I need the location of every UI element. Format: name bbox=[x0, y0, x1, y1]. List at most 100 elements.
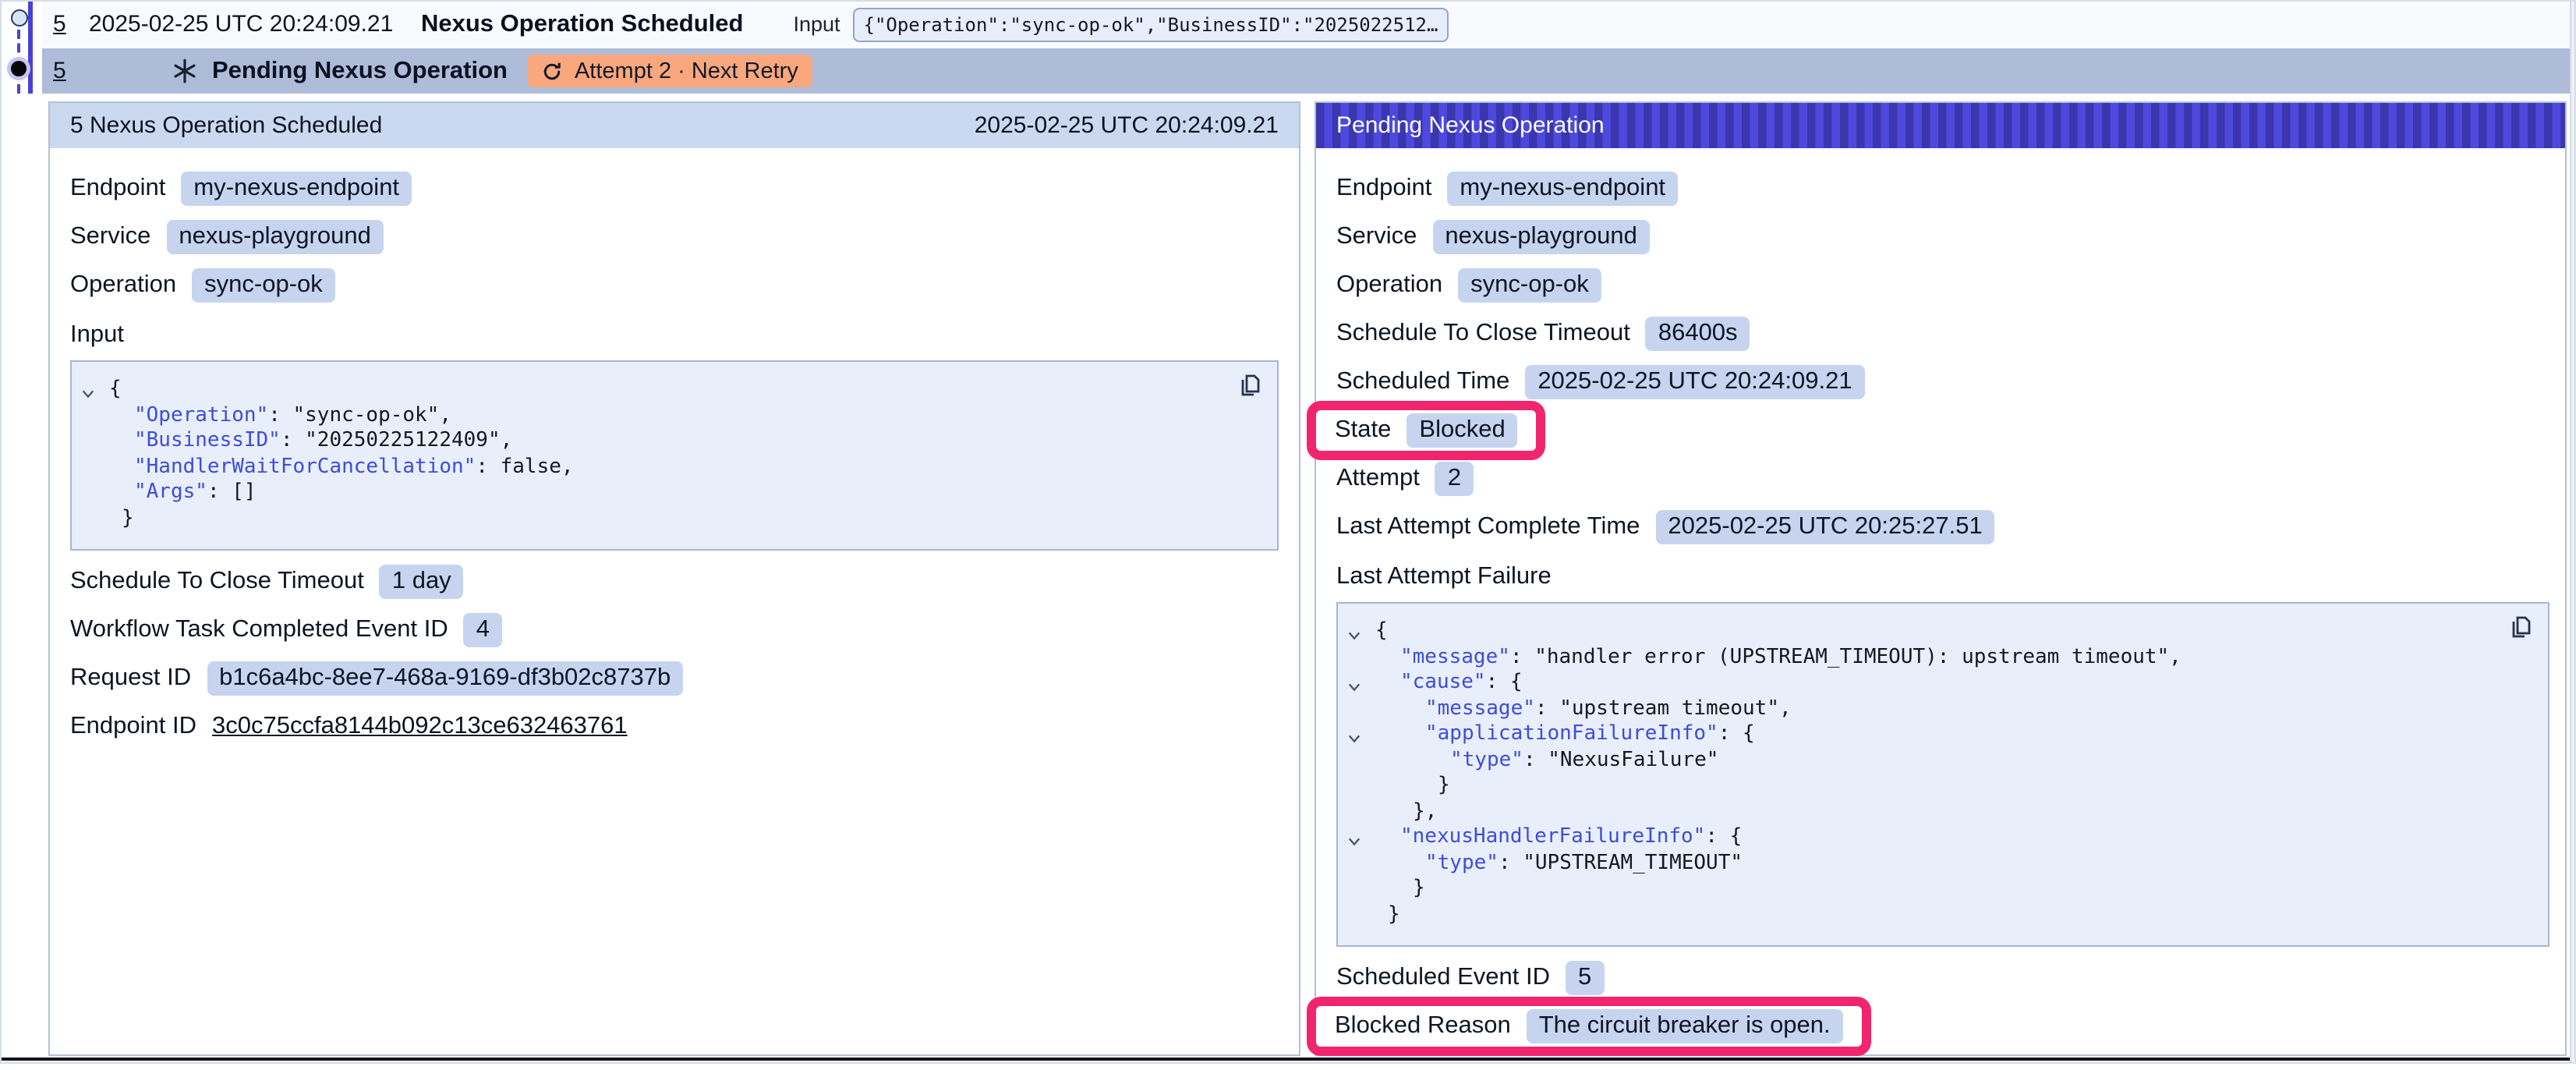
pending-operation-card-header: Pending Nexus Operation bbox=[1316, 103, 2565, 148]
collapse-chevron[interactable] bbox=[1347, 625, 1361, 640]
copy-button[interactable] bbox=[2509, 615, 2534, 640]
json-line: { bbox=[1338, 619, 2532, 645]
json-text: : "sync-op-ok", bbox=[268, 403, 451, 427]
json-line: { bbox=[72, 377, 1261, 403]
collapse-chevron[interactable] bbox=[1347, 677, 1361, 691]
json-line: } bbox=[72, 506, 1261, 532]
json-line: } bbox=[1338, 877, 2532, 902]
field-value-badge: nexus-playground bbox=[1432, 220, 1649, 254]
copy-icon bbox=[2509, 615, 2534, 640]
field-value-badge: b1c6a4bc-8ee7-468a-9169-df3b02c8737b bbox=[207, 661, 683, 696]
detail-field-row: Servicenexus-playground bbox=[70, 220, 1279, 254]
field-label: Service bbox=[1336, 223, 1417, 251]
field-label: Blocked Reason bbox=[1335, 1012, 1511, 1040]
annotation-highlight-box: StateBlocked bbox=[1307, 401, 1546, 460]
field-label: Service bbox=[70, 223, 150, 251]
field-value-badge: 2025-02-25 UTC 20:24:09.21 bbox=[1525, 365, 1864, 399]
retry-status-badge: Attempt 2 · Next Retry bbox=[528, 55, 812, 87]
detail-field-row: Schedule To Close Timeout86400s bbox=[1336, 317, 2549, 351]
json-text: } bbox=[1438, 774, 1450, 797]
json-text: : { bbox=[1486, 671, 1523, 694]
json-text: : { bbox=[1718, 722, 1755, 746]
event-detail-cards: 5 Nexus Operation Scheduled 2025-02-25 U… bbox=[48, 101, 2567, 1056]
json-line: } bbox=[1338, 774, 2532, 799]
detail-field-row: Endpointmy-nexus-endpoint bbox=[70, 172, 1279, 206]
collapse-chevron-icon bbox=[81, 387, 95, 401]
event-row-nexus-operation-scheduled[interactable]: 5 2025-02-25 UTC 20:24:09.21 Nexus Opera… bbox=[42, 2, 2570, 47]
field-label: Last Attempt Complete Time bbox=[1336, 513, 1640, 541]
field-value-link[interactable]: 3c0c75ccfa8144b092c13ce632463761 bbox=[212, 713, 628, 741]
event-details-card: 5 Nexus Operation Scheduled 2025-02-25 U… bbox=[48, 101, 1300, 1056]
annotation-highlight-box: Blocked ReasonThe circuit breaker is ope… bbox=[1307, 997, 1871, 1056]
copy-icon bbox=[1238, 373, 1263, 398]
scrollbar-track[interactable] bbox=[2569, 0, 2576, 1064]
json-line: }, bbox=[1338, 799, 2532, 825]
field-value-badge: 86400s bbox=[1646, 317, 1750, 351]
json-text: : "NexusFailure" bbox=[1523, 748, 1718, 771]
event-id-link[interactable]: 5 bbox=[53, 11, 89, 37]
pending-id-link[interactable]: 5 bbox=[53, 58, 89, 84]
json-line: "message": "upstream timeout", bbox=[1338, 696, 2532, 722]
event-timestamp: 2025-02-25 UTC 20:24:09.21 bbox=[89, 11, 421, 37]
timeline-active-bar bbox=[28, 2, 32, 94]
pending-operation-card-body: Endpointmy-nexus-endpoint Service nexus-pl… bbox=[1316, 148, 2565, 1070]
retry-icon bbox=[542, 60, 564, 82]
detail-field-row: Schedule To Close Timeout 1 day bbox=[70, 565, 1279, 599]
collapse-chevron[interactable] bbox=[1347, 831, 1361, 845]
detail-field-row: Last Attempt Complete Time2025-02-25 UTC… bbox=[1336, 510, 2549, 544]
field-label: Operation bbox=[70, 271, 176, 299]
detail-field-row: Operationsync-op-ok bbox=[70, 268, 1279, 303]
json-text: }, bbox=[1413, 799, 1437, 823]
detail-field-row: StateBlocked bbox=[1336, 413, 2549, 448]
json-line: } bbox=[1338, 902, 2532, 928]
json-key: "nexusHandlerFailureInfo" bbox=[1400, 825, 1705, 849]
json-key: "HandlerWaitForCancellation" bbox=[134, 455, 476, 478]
detail-field-row: Endpoint ID3c0c75ccfa8144b092c13ce632463… bbox=[70, 710, 1279, 744]
json-key: "cause" bbox=[1400, 671, 1486, 694]
timeline-open-circle-icon bbox=[11, 9, 28, 27]
json-text: } bbox=[1413, 877, 1425, 900]
json-line: "message": "handler error (UPSTREAM_TIME… bbox=[1338, 645, 2532, 671]
field-label: Schedule To Close Timeout bbox=[70, 568, 364, 596]
workflow-history-view: 5 2025-02-25 UTC 20:24:09.21 Nexus Opera… bbox=[0, 0, 2576, 1064]
pending-title: Pending Nexus Operation bbox=[212, 57, 508, 85]
field-label: Scheduled Event ID bbox=[1336, 964, 1550, 992]
collapse-chevron-icon bbox=[1347, 732, 1361, 746]
field-value-badge: 1 day bbox=[380, 565, 464, 599]
event-details-card-title: 5 Nexus Operation Scheduled bbox=[70, 112, 382, 139]
json-key: "BusinessID" bbox=[134, 429, 281, 452]
timeline-pending-dot-icon bbox=[11, 60, 27, 76]
json-field-label: Last Attempt Failure bbox=[1336, 563, 2549, 591]
detail-field-row: Scheduled Time2025-02-25 UTC 20:24:09.21 bbox=[1336, 365, 2549, 399]
json-text: { bbox=[1375, 619, 1388, 643]
json-key: "type" bbox=[1425, 851, 1499, 874]
json-key: "message" bbox=[1425, 696, 1535, 720]
json-text: } bbox=[1388, 902, 1400, 926]
pending-nexus-operation-row[interactable]: 5 Pending Nexus Operation Attempt 2 · Ne… bbox=[42, 48, 2570, 94]
copy-button[interactable] bbox=[1238, 373, 1263, 398]
retry-badge-label: Attempt 2 · Next Retry bbox=[575, 58, 798, 83]
detail-field-row: Blocked ReasonThe circuit breaker is ope… bbox=[1336, 1009, 2549, 1043]
collapse-chevron-icon bbox=[1347, 834, 1361, 849]
collapse-chevron-icon bbox=[1347, 629, 1361, 643]
detail-field-row: Scheduled Event ID5 bbox=[1336, 961, 2549, 995]
json-text: : "20250225122409", bbox=[281, 429, 512, 452]
detail-field-row: Workflow Task Completed Event ID4 bbox=[70, 613, 1279, 647]
json-text: { bbox=[109, 377, 122, 401]
detail-field-row: Endpointmy-nexus-endpoint bbox=[1336, 172, 2549, 206]
json-line: "applicationFailureInfo": { bbox=[1338, 722, 2532, 748]
collapse-chevron[interactable] bbox=[81, 384, 95, 398]
collapse-chevron[interactable] bbox=[1347, 728, 1361, 742]
event-input-label: Input bbox=[793, 12, 840, 36]
field-value-badge: 4 bbox=[464, 613, 502, 647]
json-key: "type" bbox=[1450, 748, 1523, 771]
json-line: "type": "UPSTREAM_TIMEOUT" bbox=[1338, 851, 2532, 877]
json-text: : { bbox=[1705, 825, 1742, 849]
field-value-badge: my-nexus-endpoint bbox=[181, 172, 412, 206]
json-line: "Args": [] bbox=[72, 480, 1261, 506]
json-key: "message" bbox=[1400, 645, 1510, 668]
json-key: "Operation" bbox=[134, 403, 268, 427]
json-line: "HandlerWaitForCancellation": false, bbox=[72, 455, 1261, 480]
json-key: "applicationFailureInfo" bbox=[1425, 722, 1718, 746]
json-line: "cause": { bbox=[1338, 671, 2532, 696]
